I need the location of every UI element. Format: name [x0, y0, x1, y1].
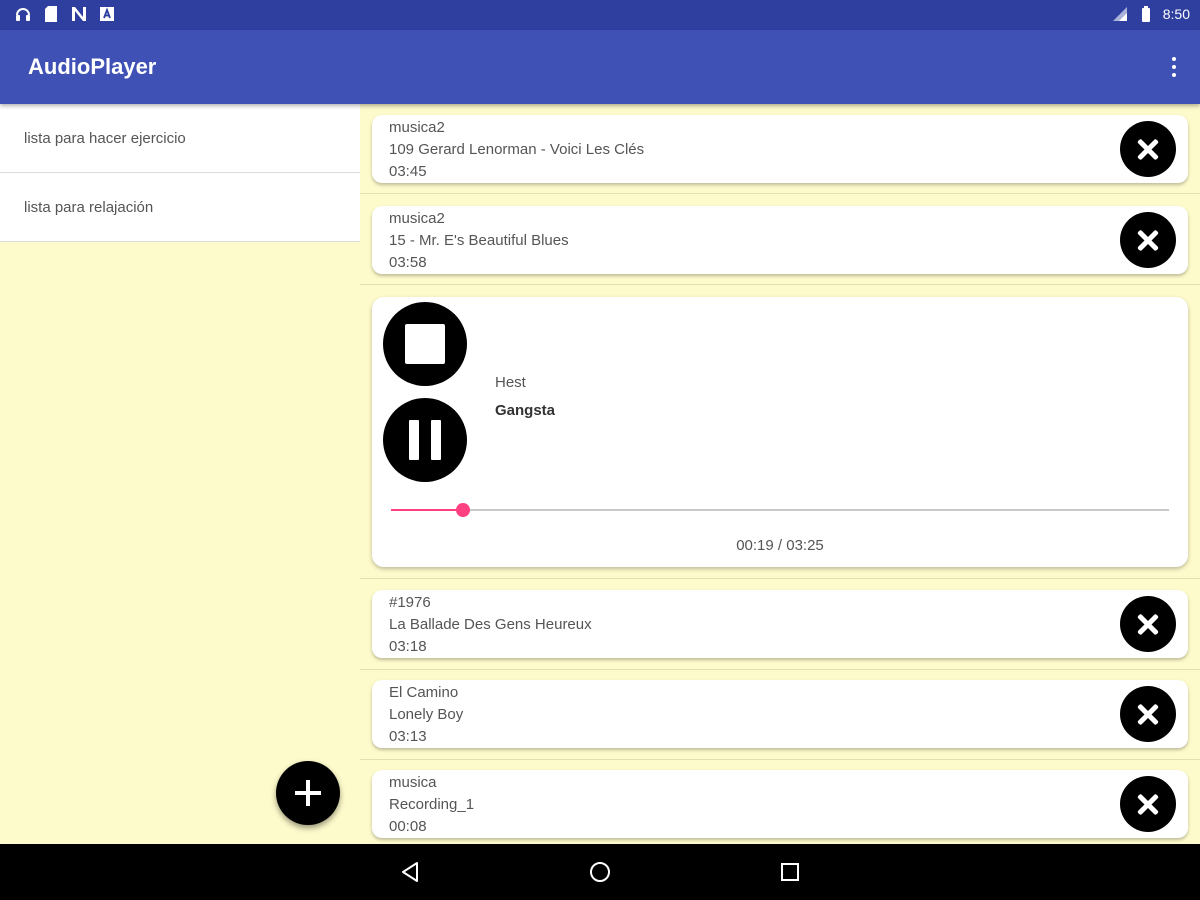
track-card[interactable]: musica2 15 - Mr. E's Beautiful Blues 03:… [372, 206, 1188, 274]
track-album: musica2 [389, 119, 445, 136]
track-card[interactable]: #1976 La Ballade Des Gens Heureux 03:18 [372, 590, 1188, 658]
track-duration: 03:45 [389, 163, 427, 180]
remove-track-button[interactable] [1120, 686, 1176, 742]
recents-icon[interactable] [778, 860, 802, 884]
playlist-item-relajacion[interactable]: lista para relajación [0, 173, 360, 242]
track-list-panel: musica2 109 Gerard Lenorman - Voici Les … [360, 104, 1200, 844]
more-vert-icon[interactable] [1168, 52, 1180, 82]
status-bar: 8:50 [0, 0, 1200, 30]
back-icon[interactable] [398, 860, 422, 884]
track-title: 15 - Mr. E's Beautiful Blues [389, 232, 569, 249]
seek-bar[interactable] [391, 503, 1169, 517]
overflow-dot [1172, 65, 1176, 69]
status-bar-right: 8:50 [1111, 5, 1190, 23]
track-album: #1976 [389, 594, 431, 611]
now-playing-title: Gangsta [495, 402, 556, 419]
track-title: 109 Gerard Lenorman - Voici Les Clés [389, 141, 645, 158]
track-duration: 03:18 [389, 638, 427, 655]
sd-card-icon [45, 6, 57, 22]
overflow-dot [1172, 73, 1176, 77]
pause-button[interactable] [383, 398, 467, 482]
playback-time: 00:19 / 03:25 [736, 537, 824, 554]
add-playlist-button[interactable] [276, 761, 340, 825]
remove-track-button[interactable] [1120, 776, 1176, 832]
overflow-dot [1172, 57, 1176, 61]
row-divider [360, 759, 1200, 760]
track-card[interactable]: musica Recording_1 00:08 [372, 770, 1188, 838]
track-card[interactable]: musica2 109 Gerard Lenorman - Voici Les … [372, 115, 1188, 183]
track-title: La Ballade Des Gens Heureux [389, 616, 592, 633]
track-album: musica [389, 774, 437, 791]
remove-track-button[interactable] [1120, 596, 1176, 652]
row-divider [360, 284, 1200, 285]
track-album: El Camino [389, 684, 459, 701]
status-bar-left [14, 5, 116, 23]
system-nav-bar [0, 844, 1200, 900]
stop-button[interactable] [383, 302, 467, 386]
seek-thumb[interactable] [456, 503, 471, 517]
headset-icon [16, 8, 30, 21]
track-card[interactable]: El Camino Lonely Boy 03:13 [372, 680, 1188, 748]
track-title: Lonely Boy [389, 706, 464, 723]
app-title: AudioPlayer [28, 54, 157, 79]
battery-icon [1141, 6, 1150, 22]
app-bar: AudioPlayer [0, 30, 1200, 104]
row-divider [360, 578, 1200, 579]
track-title: Recording_1 [389, 796, 475, 813]
track-duration: 00:08 [389, 818, 427, 835]
status-time: 8:50 [1162, 6, 1190, 22]
home-icon[interactable] [588, 860, 612, 884]
n-icon [72, 7, 86, 21]
now-playing-artist: Hest [495, 374, 526, 391]
track-duration: 03:58 [389, 254, 427, 271]
now-playing-card: Hest Gangsta 00:19 / 03:25 [372, 297, 1188, 567]
track-duration: 03:13 [389, 728, 427, 745]
playlist-panel: lista para hacer ejercicio lista para re… [0, 104, 360, 844]
remove-track-button[interactable] [1120, 121, 1176, 177]
signal-icon [1112, 7, 1127, 21]
remove-track-button[interactable] [1120, 212, 1176, 268]
seek-progress [391, 509, 464, 511]
row-divider [360, 669, 1200, 670]
track-album: musica2 [389, 210, 445, 227]
row-divider [360, 193, 1200, 194]
playlist-item-ejercicio[interactable]: lista para hacer ejercicio [0, 104, 360, 173]
a-icon [100, 7, 114, 21]
